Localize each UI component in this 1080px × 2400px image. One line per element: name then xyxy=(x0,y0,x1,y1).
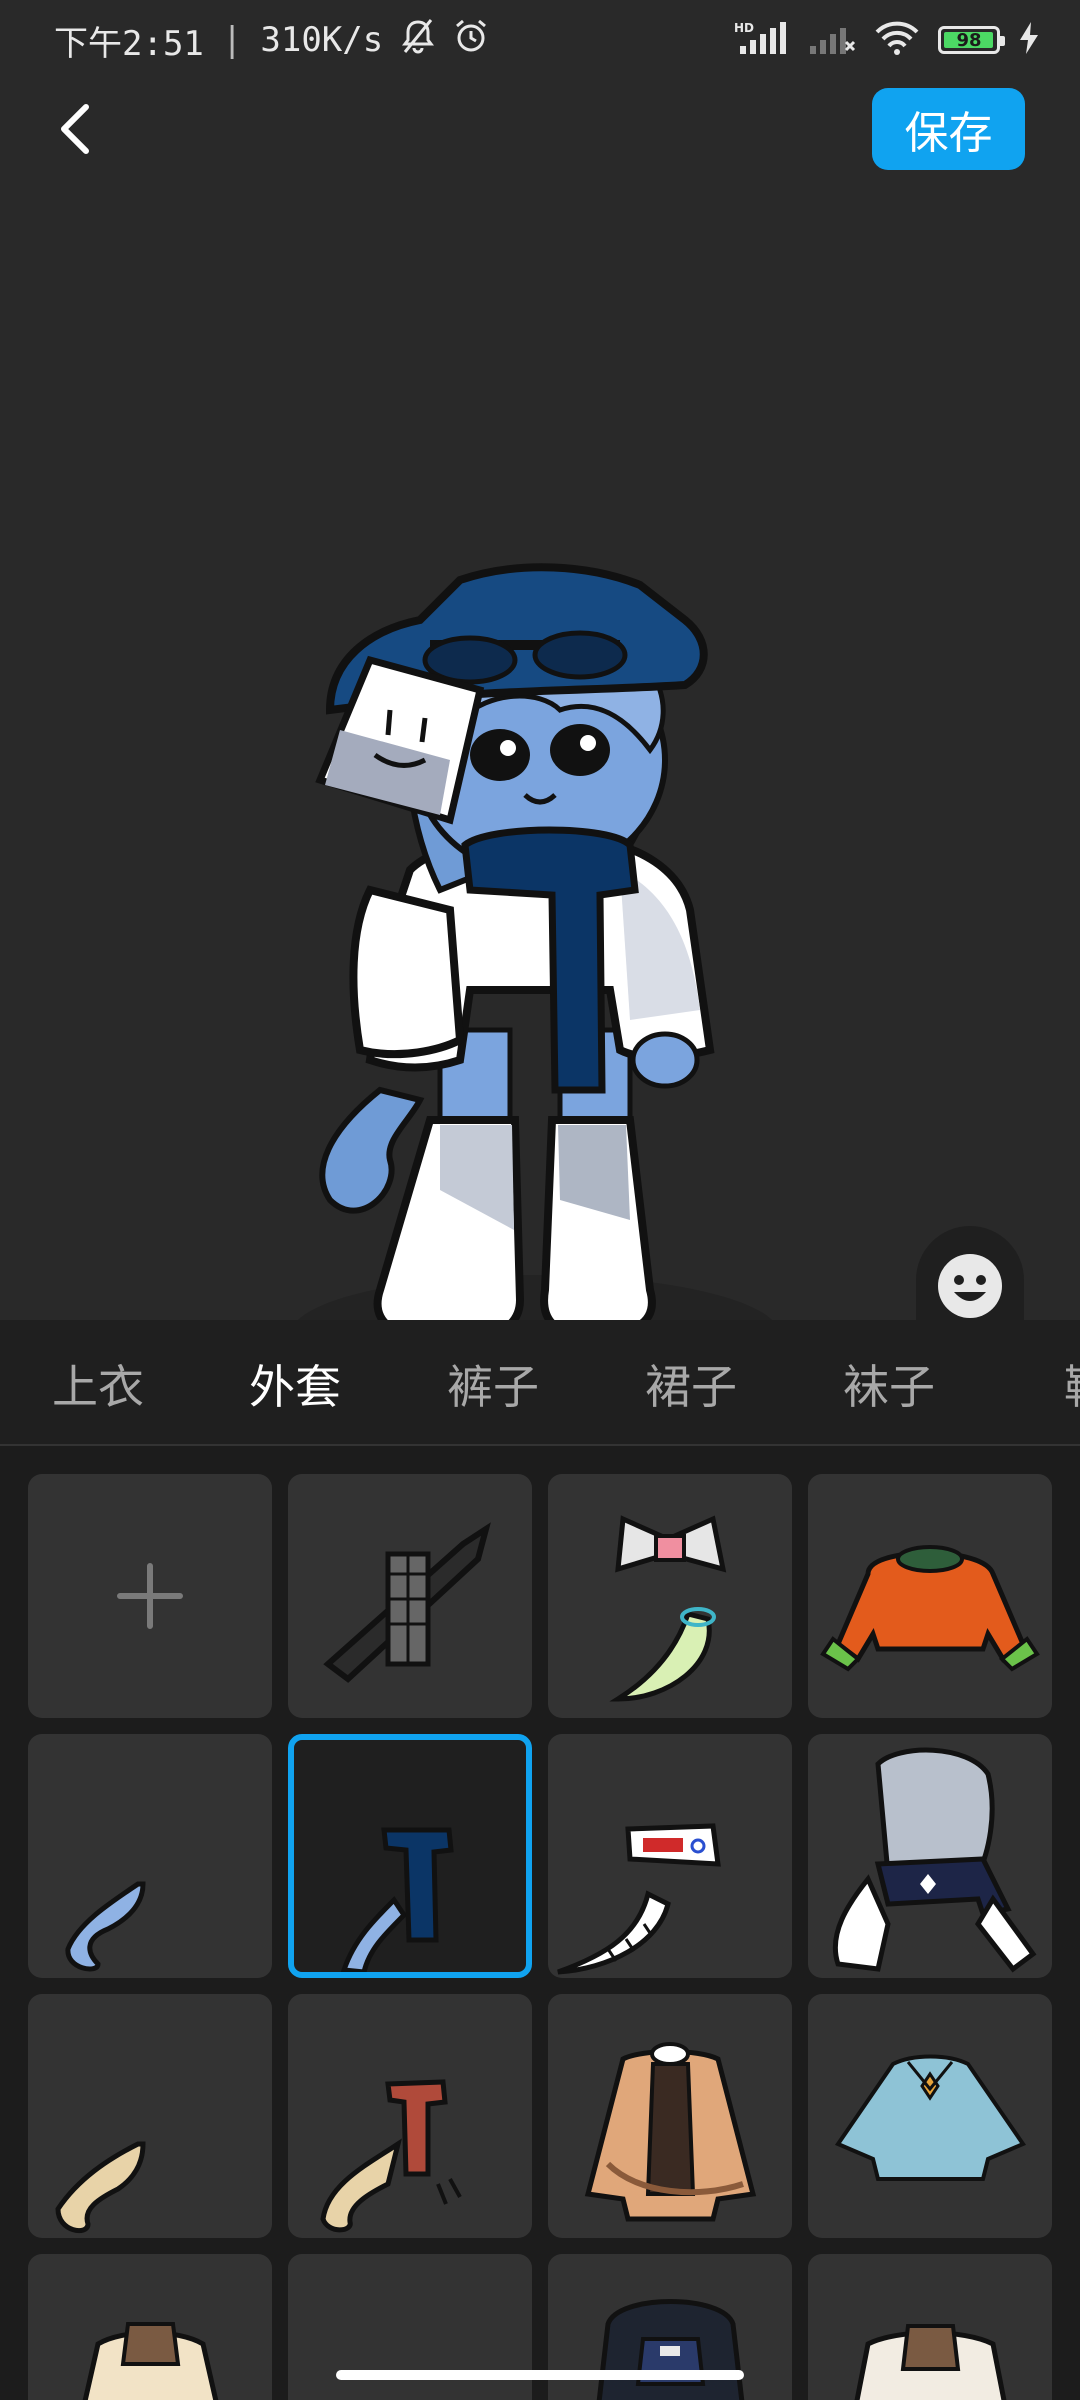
item-red-scarf-with-tail[interactable] xyxy=(288,1994,532,2238)
outfit-editor-screen: 下午2:51 | 310K/s HD 98 保存 上衣 外套 裤子 裙子 袜子 xyxy=(0,0,1080,2400)
sailor-outfit-thumbnail xyxy=(832,1747,1037,1973)
alarm-icon xyxy=(453,18,489,63)
back-button[interactable] xyxy=(46,96,106,166)
item-navy-scarf[interactable] xyxy=(288,1734,532,1978)
tab-label: 上衣 xyxy=(52,1360,144,1414)
white-brown-coat-thumbnail xyxy=(854,2324,1007,2400)
wifi-icon xyxy=(874,20,920,60)
tan-trench-coat-thumbnail xyxy=(584,2042,757,2222)
tab-pants[interactable]: 裤子 xyxy=(394,1347,592,1417)
orange-jacket-thumbnail xyxy=(820,1545,1040,1672)
battery-level: 98 xyxy=(956,29,982,51)
light-blue-cape-thumbnail xyxy=(834,2054,1027,2181)
bell-off-icon xyxy=(401,18,435,63)
tab-tops[interactable]: 上衣 xyxy=(0,1347,196,1417)
item-grid-container xyxy=(0,1446,1080,2400)
charging-bolt-icon xyxy=(1018,21,1040,59)
item-grid xyxy=(28,1474,1052,2400)
item-cream-coat[interactable] xyxy=(28,2254,272,2400)
add-item-button[interactable] xyxy=(28,1474,272,1718)
tab-outerwear[interactable]: 外套 xyxy=(196,1347,394,1417)
tab-label: 袜子 xyxy=(843,1360,935,1414)
item-bow-and-feather[interactable] xyxy=(548,1474,792,1718)
item-mask-and-white-tail[interactable] xyxy=(548,1734,792,1978)
cream-coat-thumbnail xyxy=(82,2322,219,2400)
item-blue-tail-ribbon[interactable] xyxy=(28,1734,272,1978)
bow-and-feather-thumbnail xyxy=(609,1515,727,1702)
plus-icon xyxy=(117,1563,183,1629)
beige-tail-thumbnail xyxy=(55,2141,146,2234)
save-button[interactable]: 保存 xyxy=(872,88,1025,170)
category-tabs: 上衣 外套 裤子 裙子 袜子 鞋 xyxy=(0,1320,1080,1446)
status-time: 下午2:51 xyxy=(54,23,204,64)
red-scarf-with-tail-thumbnail xyxy=(320,2079,462,2233)
blue-tail-ribbon-thumbnail xyxy=(65,1881,146,1972)
signal-badge-text: HD xyxy=(734,21,754,35)
item-checked-scarf-sword[interactable] xyxy=(288,1474,532,1718)
item-white-brown-coat[interactable] xyxy=(808,2254,1052,2400)
item-orange-jacket[interactable] xyxy=(808,1474,1052,1718)
tab-socks[interactable]: 袜子 xyxy=(790,1347,988,1417)
chevron-left-icon xyxy=(56,99,96,163)
item-sailor-outfit[interactable] xyxy=(808,1734,1052,1978)
home-indicator[interactable] xyxy=(336,2370,744,2380)
character-preview xyxy=(0,180,1080,1444)
face-toggle-button[interactable] xyxy=(932,1250,1008,1326)
face-icon xyxy=(936,1252,1004,1324)
battery-icon: 98 xyxy=(938,26,1005,54)
signal-no-sim-icon xyxy=(808,20,856,60)
navy-scarf-thumbnail xyxy=(340,1827,454,1972)
tab-shoes[interactable]: 鞋 xyxy=(988,1347,1080,1417)
item-tan-trench-coat[interactable] xyxy=(548,1994,792,2238)
tab-label: 外套 xyxy=(249,1360,341,1414)
status-bar: 下午2:51 | 310K/s HD 98 xyxy=(0,0,1080,80)
tab-label: 裙子 xyxy=(645,1360,737,1414)
item-light-blue-cape[interactable] xyxy=(808,1994,1052,2238)
tab-label: 鞋 xyxy=(1064,1360,1080,1414)
item-beige-tail[interactable] xyxy=(28,1994,272,2238)
status-right: HD 98 xyxy=(734,20,1040,60)
mask-and-white-tail-thumbnail xyxy=(557,1823,721,1975)
tab-skirts[interactable]: 裙子 xyxy=(592,1347,790,1417)
hd-signal-icon: HD xyxy=(734,20,790,60)
character-avatar xyxy=(290,563,780,1390)
network-speed: 310K/s xyxy=(260,20,384,60)
checked-scarf-sword-thumbnail xyxy=(323,1522,491,1683)
status-separator: | xyxy=(221,20,243,60)
status-left: 下午2:51 | 310K/s xyxy=(54,16,489,65)
tab-label: 裤子 xyxy=(447,1360,539,1414)
